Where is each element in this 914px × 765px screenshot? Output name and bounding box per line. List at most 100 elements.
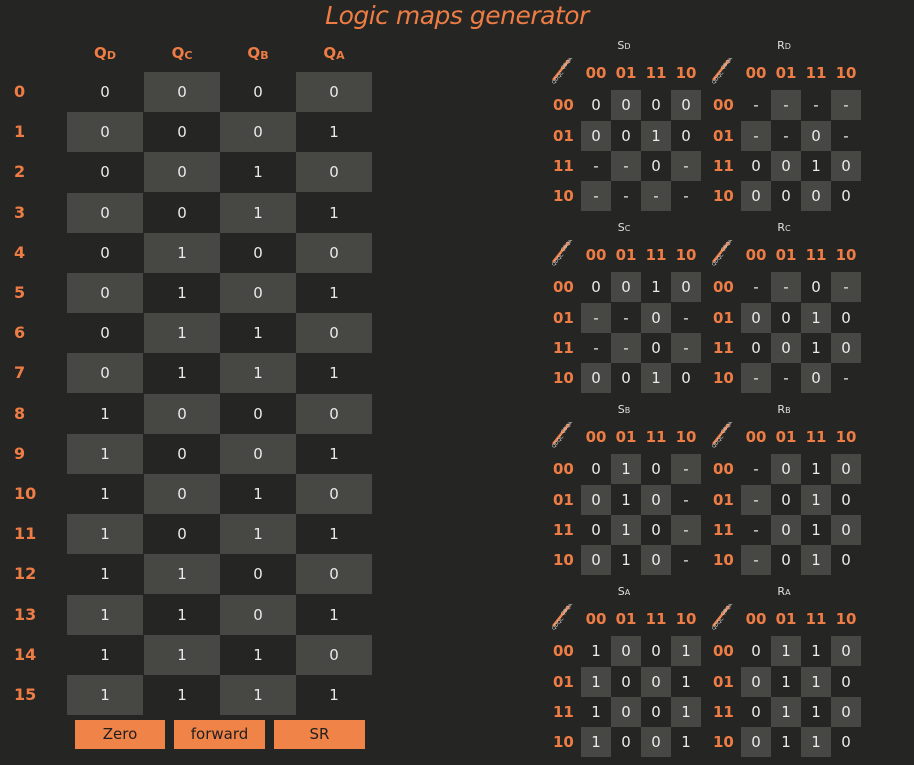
table-cell[interactable]: 0 xyxy=(296,634,372,675)
table-cell[interactable]: 0 xyxy=(67,353,143,394)
table-cell[interactable]: 1 xyxy=(296,675,372,715)
col-vars-label: QBQA xyxy=(560,58,574,71)
kmap-col-header: 10 xyxy=(835,64,857,82)
table-cell[interactable]: 1 xyxy=(296,193,372,233)
kmap-col-header: 11 xyxy=(805,64,827,82)
kmap-cell: 0 xyxy=(751,642,761,660)
kmap-row-header: 00 xyxy=(553,460,574,478)
table-cell[interactable]: 0 xyxy=(296,72,372,112)
table-cell[interactable]: 1 xyxy=(144,595,220,635)
table-cell[interactable]: 1 xyxy=(220,313,296,353)
kmap-row-header: 10 xyxy=(553,369,574,387)
kmap-col-header: 00 xyxy=(745,64,767,82)
table-cell[interactable]: 0 xyxy=(220,394,296,434)
table-cell[interactable]: 1 xyxy=(296,353,372,393)
table-cell[interactable]: 0 xyxy=(296,393,372,434)
kmap-col-header: 10 xyxy=(675,246,697,264)
table-cell[interactable]: 0 xyxy=(220,112,296,153)
table-cell[interactable]: 0 xyxy=(67,112,143,153)
kmap-cell: 1 xyxy=(671,697,701,727)
table-cell[interactable]: 1 xyxy=(144,353,220,393)
table-cell[interactable]: 0 xyxy=(144,72,220,112)
kmap-col-header: 10 xyxy=(835,246,857,264)
table-cell[interactable]: 1 xyxy=(220,353,296,394)
table-cell[interactable]: 1 xyxy=(220,635,296,675)
table-cell[interactable]: 0 xyxy=(296,474,372,514)
table-cell[interactable]: 0 xyxy=(220,72,296,112)
table-cell[interactable]: 1 xyxy=(144,675,220,715)
table-cell[interactable]: 0 xyxy=(144,514,220,554)
kmap-cell: 0 xyxy=(781,551,791,569)
table-cell[interactable]: 0 xyxy=(220,433,296,474)
table-cell[interactable]: 1 xyxy=(67,554,143,594)
row-vars-label: QDQC xyxy=(551,252,566,266)
table-cell[interactable]: 0 xyxy=(67,313,143,353)
table-cell[interactable]: 1 xyxy=(296,514,372,554)
kmap-title-sub: B xyxy=(624,406,631,415)
table-cell[interactable]: 0 xyxy=(67,273,143,313)
row-label: 4 xyxy=(14,242,26,262)
kmap-cell: 0 xyxy=(841,673,851,691)
kmap-cell: 1 xyxy=(681,733,691,751)
table-cell[interactable]: 1 xyxy=(296,112,372,152)
table-cell[interactable]: 0 xyxy=(67,192,143,233)
kmap-col-header: 11 xyxy=(805,428,827,446)
table-cell[interactable]: 0 xyxy=(67,152,143,192)
table-cell[interactable]: 0 xyxy=(144,112,220,152)
table-cell[interactable]: 1 xyxy=(144,634,220,675)
kmap-cell: 0 xyxy=(681,369,691,387)
column-header-main: Q xyxy=(171,44,185,62)
table-cell[interactable]: 0 xyxy=(144,474,220,514)
zero-button[interactable]: Zero xyxy=(75,720,165,749)
diagonal-split-corner-icon: QBQA QDQC xyxy=(709,420,737,450)
table-cell[interactable]: 1 xyxy=(296,595,372,635)
table-cell[interactable]: 0 xyxy=(144,193,220,233)
table-cell[interactable]: 0 xyxy=(220,273,296,313)
table-cell[interactable]: 1 xyxy=(67,675,143,715)
table-cell[interactable]: 1 xyxy=(144,554,220,595)
table-cell[interactable]: 1 xyxy=(220,474,296,514)
table-cell[interactable]: 0 xyxy=(296,554,372,595)
table-cell[interactable]: 0 xyxy=(296,152,372,193)
kmap-cell: 1 xyxy=(811,703,821,721)
kmap-row-header: 10 xyxy=(713,187,734,205)
kmap-title: RB xyxy=(709,402,859,418)
table-cell[interactable]: 0 xyxy=(67,233,143,273)
kmap-cell: 1 xyxy=(681,673,691,691)
col-vars-label: QBQA xyxy=(720,422,734,435)
kmap-cell: 1 xyxy=(801,727,831,757)
forward-button[interactable]: forward xyxy=(174,720,265,749)
kmap-cell: 1 xyxy=(611,515,641,545)
table-cell[interactable]: 1 xyxy=(220,514,296,555)
table-cell[interactable]: 0 xyxy=(144,393,220,434)
table-cell[interactable]: 1 xyxy=(67,594,143,635)
table-cell[interactable]: 1 xyxy=(67,474,143,514)
col-vars-label: QBQA xyxy=(560,422,574,435)
table-cell[interactable]: 1 xyxy=(220,152,296,192)
table-cell[interactable]: 1 xyxy=(296,434,372,474)
table-cell[interactable]: 1 xyxy=(67,433,143,474)
kmap-sd: SD QBQA QDQC 00 01 11 10 00 01 11 10 0 0 0 0 0 0 1 0- -0- - -… xyxy=(549,38,701,211)
table-cell[interactable]: 1 xyxy=(144,232,220,273)
table-cell[interactable]: 0 xyxy=(220,554,296,594)
sr-button[interactable]: SR xyxy=(274,720,365,749)
table-cell[interactable]: 1 xyxy=(67,514,143,555)
table-cell[interactable]: 1 xyxy=(144,313,220,354)
kmap-rc: RC QBQA QDQC 00 01 11 10 00 01 11 10- -0-0 0 1 0 0 0 1 0- -… xyxy=(709,220,861,393)
table-cell[interactable]: 0 xyxy=(296,232,372,273)
table-cell[interactable]: 0 xyxy=(220,233,296,273)
table-cell[interactable]: 1 xyxy=(296,273,372,313)
table-cell[interactable]: 0 xyxy=(296,313,372,354)
table-cell[interactable]: 0 xyxy=(144,152,220,193)
table-cell[interactable]: 0 xyxy=(220,594,296,635)
table-cell[interactable]: 1 xyxy=(67,394,143,434)
column-header: QA xyxy=(296,44,372,68)
kmap-col-header: 00 xyxy=(745,246,767,264)
table-cell[interactable]: 1 xyxy=(220,675,296,715)
table-cell[interactable]: 1 xyxy=(67,635,143,675)
table-cell[interactable]: 0 xyxy=(67,72,143,112)
kmap-cell: 0 xyxy=(841,309,851,327)
table-cell[interactable]: 1 xyxy=(220,192,296,233)
table-cell[interactable]: 0 xyxy=(144,434,220,474)
table-cell[interactable]: 1 xyxy=(144,273,220,313)
